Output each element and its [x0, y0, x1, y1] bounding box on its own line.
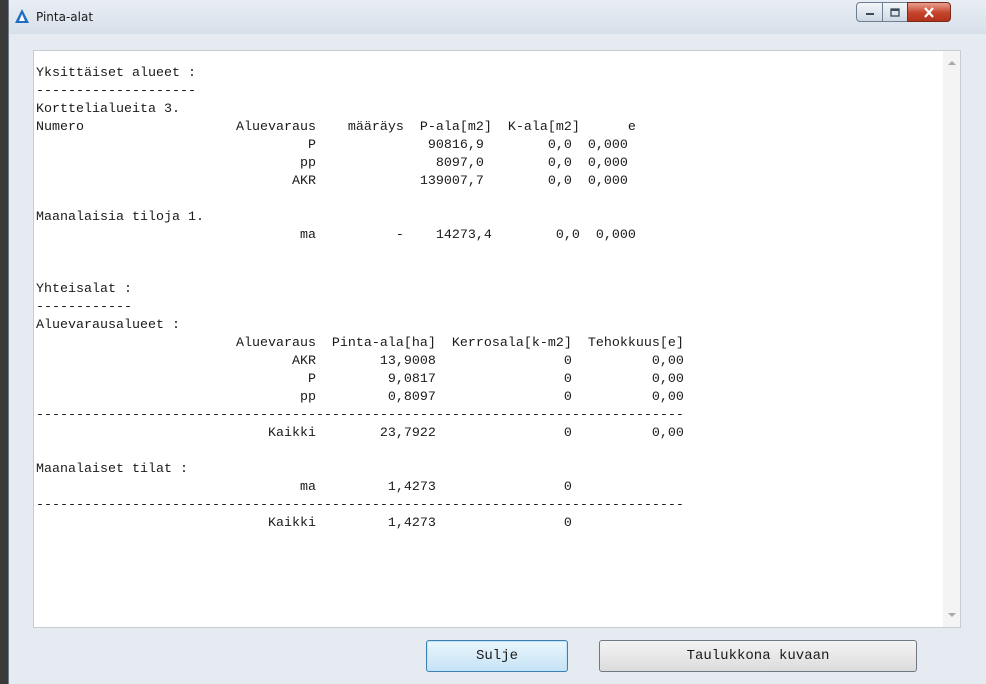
- close-icon: [924, 6, 934, 18]
- report-line: AKR 13,9008 0 0,00: [36, 354, 684, 369]
- report-line: [36, 443, 936, 461]
- dialog-body: Yksittäiset alueet : --------------------…: [9, 34, 986, 684]
- pinta-alat-window: Pinta-alat Yksittäiset alueet : --------…: [8, 0, 986, 684]
- report-line: [36, 245, 936, 263]
- insert-as-table-button[interactable]: Taulukkona kuvaan: [599, 640, 917, 672]
- report-line: Numero Aluevaraus määräys P-ala[m2] K-al…: [36, 120, 636, 135]
- close-button[interactable]: Sulje: [426, 640, 568, 672]
- minimize-button[interactable]: [856, 2, 883, 22]
- report-line: P 9,0817 0 0,00: [36, 372, 684, 387]
- report-line: [36, 191, 936, 209]
- report-line: Kaikki 1,4273 0: [36, 516, 572, 531]
- report-line: --------------------: [36, 84, 196, 99]
- report-line: Korttelialueita 3.: [36, 102, 180, 117]
- report-line: ma - 14273,4 0,0 0,000: [36, 228, 636, 243]
- maximize-icon: [890, 7, 900, 17]
- report-line: ma 1,4273 0: [36, 480, 572, 495]
- close-window-button[interactable]: [907, 2, 951, 22]
- report-line: [36, 263, 936, 281]
- window-controls: [856, 2, 951, 22]
- report-textbox[interactable]: Yksittäiset alueet : --------------------…: [33, 50, 961, 628]
- report-line: AKR 139007,7 0,0 0,000: [36, 174, 628, 189]
- minimize-icon: [865, 13, 874, 15]
- report-line: Aluevaraus Pinta-ala[ha] Kerrosala[k-m2]…: [36, 336, 684, 351]
- report-line: Maanalaiset tilat :: [36, 462, 188, 477]
- scroll-down-icon[interactable]: [948, 613, 956, 617]
- report-line: Yksittäiset alueet :: [36, 66, 196, 81]
- scroll-up-icon[interactable]: [948, 61, 956, 65]
- report-line: pp 8097,0 0,0 0,000: [36, 156, 628, 171]
- report-line: Aluevarausalueet :: [36, 318, 180, 333]
- report-line: Kaikki 23,7922 0 0,00: [36, 426, 684, 441]
- report-line: Yhteisalat :: [36, 282, 132, 297]
- report-line: ----------------------------------------…: [36, 498, 684, 513]
- report-line: ------------: [36, 300, 132, 315]
- report-content: Yksittäiset alueet : --------------------…: [36, 65, 936, 625]
- report-line: ----------------------------------------…: [36, 408, 684, 423]
- report-line: Maanalaisia tiloja 1.: [36, 210, 204, 225]
- vertical-scrollbar[interactable]: [943, 51, 960, 627]
- autocad-triangle-icon: [15, 9, 29, 23]
- window-title: Pinta-alat: [36, 10, 94, 24]
- report-line: pp 0,8097 0 0,00: [36, 390, 684, 405]
- maximize-button[interactable]: [882, 2, 908, 22]
- title-bar[interactable]: Pinta-alat: [9, 0, 986, 34]
- report-line: P 90816,9 0,0 0,000: [36, 138, 628, 153]
